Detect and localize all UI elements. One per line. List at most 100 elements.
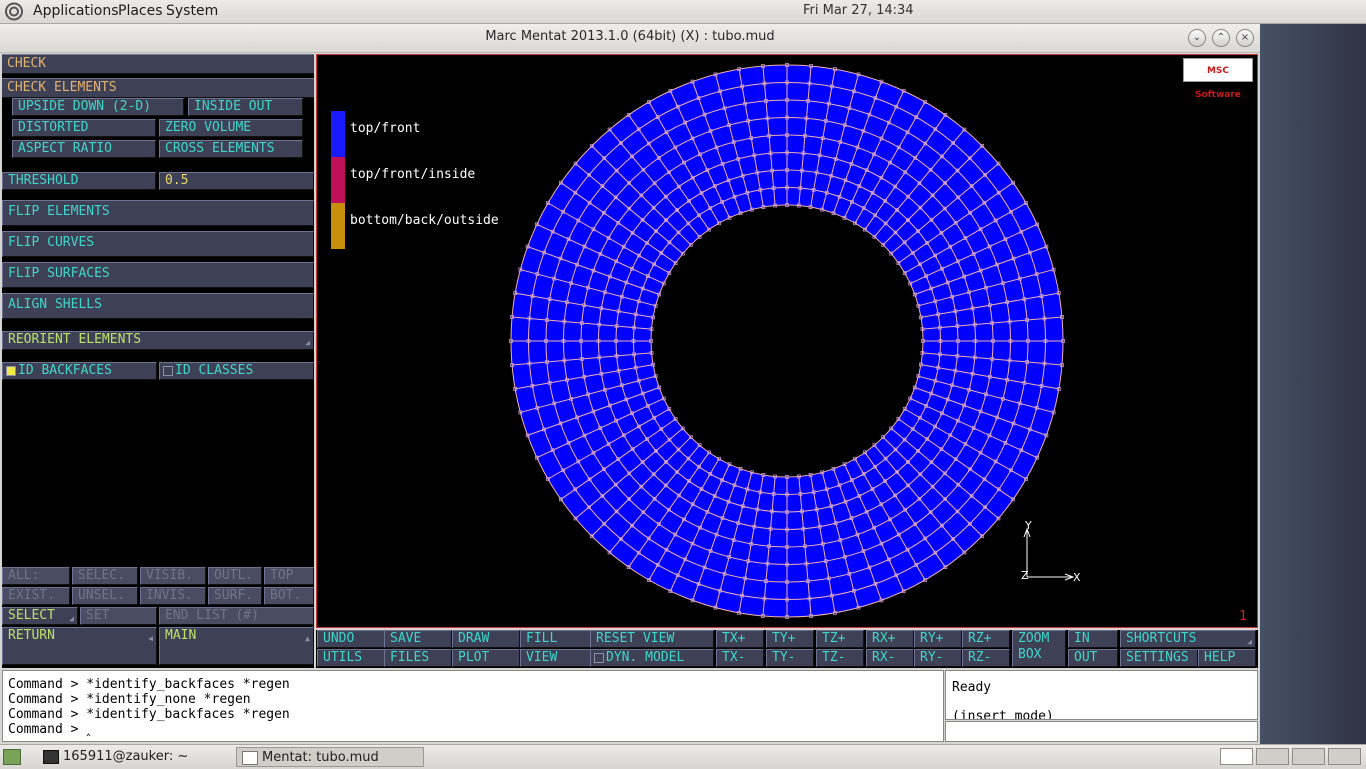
draw-button[interactable]: DRAW	[452, 630, 520, 648]
window-icon	[242, 751, 258, 765]
box-label: BOX	[1018, 647, 1042, 662]
submenu-arrow-icon: ◢	[1247, 637, 1252, 646]
zoom-box-button[interactable]: ZOOM BOX	[1012, 630, 1066, 667]
cross-elements-button[interactable]: CROSS ELEMENTS	[159, 140, 303, 158]
save-button[interactable]: SAVE	[384, 630, 452, 648]
zero-volume-button[interactable]: ZERO VOLUME	[159, 119, 303, 137]
menu-applications[interactable]: Applications	[33, 3, 119, 19]
threshold-field[interactable]: 0.5	[159, 172, 314, 190]
menu-system[interactable]: System	[166, 3, 218, 19]
show-desktop-icon[interactable]	[3, 749, 21, 765]
clock[interactable]: Fri Mar 27, 14:34	[803, 3, 914, 18]
window-titlebar[interactable]: Marc Mentat 2013.1.0 (64bit) (X) : tubo.…	[0, 24, 1260, 53]
panel-header: CHECK	[7, 56, 47, 71]
select-button[interactable]: SELECT ◢	[2, 607, 78, 625]
zoom-out-button[interactable]: OUT	[1068, 649, 1118, 667]
check-elements-bar: CHECK ELEMENTS	[2, 78, 314, 98]
id-classes-label: ID CLASSES	[175, 363, 254, 378]
threshold-label: THRESHOLD	[2, 172, 156, 190]
id-backfaces-toggle[interactable]: ID BACKFACES	[2, 362, 157, 380]
return-button[interactable]: RETURN ◀	[2, 627, 157, 665]
command-prompt[interactable]: Command > ‸	[8, 722, 91, 737]
flip-elements-button[interactable]: FLIP ELEMENTS	[2, 200, 314, 226]
main-button[interactable]: MAIN ▲	[159, 627, 314, 665]
task-mentat[interactable]: Mentat: tubo.mud	[236, 747, 424, 767]
bottom-button[interactable]: BOT.	[264, 587, 314, 605]
graphics-viewport[interactable]: top/front top/front/inside bottom/back/o…	[316, 54, 1258, 628]
reorient-elements-label: REORIENT ELEMENTS	[8, 332, 142, 347]
viewport-number: 1	[1239, 609, 1247, 624]
desktop-background	[1260, 24, 1366, 744]
check-elements-header: CHECK ELEMENTS	[7, 80, 117, 95]
rz-minus-button[interactable]: RZ-	[962, 649, 1010, 667]
invisible-button[interactable]: INVIS.	[140, 587, 206, 605]
upside-down-button[interactable]: UPSIDE DOWN (2-D)	[12, 98, 184, 116]
tx-plus-button[interactable]: TX+	[716, 630, 764, 648]
workspace-4[interactable]	[1328, 748, 1361, 765]
set-button[interactable]: SET	[80, 607, 157, 625]
rx-minus-button[interactable]: RX-	[866, 649, 914, 667]
files-button[interactable]: FILES	[384, 649, 452, 667]
end-list-button[interactable]: END LIST (#)	[159, 607, 314, 625]
task-terminal[interactable]: 165911@zauker: ~	[38, 747, 226, 767]
workspace-2[interactable]	[1256, 748, 1289, 765]
settings-button[interactable]: SETTINGS	[1120, 649, 1198, 667]
zoom-in-button[interactable]: IN	[1068, 630, 1118, 648]
task-terminal-label: 165911@zauker: ~	[63, 749, 189, 764]
tz-minus-button[interactable]: TZ-	[816, 649, 864, 667]
id-classes-toggle[interactable]: ID CLASSES	[159, 362, 314, 380]
command-history[interactable]: Command > *identify_backfaces *regen Com…	[2, 670, 944, 742]
workspace-1[interactable]	[1220, 748, 1253, 765]
shortcuts-button[interactable]: SHORTCUTS ◢	[1120, 630, 1256, 648]
os-logo-icon[interactable]	[3, 2, 25, 21]
utils-button[interactable]: UTILS	[317, 649, 385, 667]
mesh-ring	[650, 204, 924, 478]
view-toolbar: UNDO SAVE DRAW FILL RESET VIEW TX+ TY+ T…	[316, 630, 1258, 668]
align-shells-button[interactable]: ALIGN SHELLS	[2, 293, 314, 319]
legend-label-bottom-back-outside: bottom/back/outside	[350, 213, 499, 228]
help-button[interactable]: HELP	[1198, 649, 1256, 667]
flip-surfaces-button[interactable]: FLIP SURFACES	[2, 262, 314, 288]
rz-plus-button[interactable]: RZ+	[962, 630, 1010, 648]
unselected-button[interactable]: UNSEL.	[72, 587, 138, 605]
axis-triad-icon: Y X Z	[1021, 519, 1081, 583]
tz-plus-button[interactable]: TZ+	[816, 630, 864, 648]
tx-minus-button[interactable]: TX-	[716, 649, 764, 667]
fill-button[interactable]: FILL	[520, 630, 592, 648]
visible-button[interactable]: VISIB.	[140, 567, 206, 585]
msc-software-logo: MSC Software	[1183, 58, 1253, 100]
ty-minus-button[interactable]: TY-	[766, 649, 814, 667]
inside-out-button[interactable]: INSIDE OUT	[188, 98, 303, 116]
maximize-button[interactable]: ⌃	[1212, 29, 1230, 47]
view-button[interactable]: VIEW	[520, 649, 592, 667]
ry-minus-button[interactable]: RY-	[914, 649, 962, 667]
outline-button[interactable]: OUTL.	[208, 567, 262, 585]
dyn-model-toggle[interactable]: DYN. MODEL	[590, 649, 714, 667]
ry-plus-button[interactable]: RY+	[914, 630, 962, 648]
undo-button[interactable]: UNDO	[317, 630, 385, 648]
menu-places[interactable]: Places	[118, 3, 163, 19]
existing-button[interactable]: EXIST.	[2, 587, 70, 605]
close-button[interactable]: ×	[1236, 29, 1254, 47]
rx-plus-button[interactable]: RX+	[866, 630, 914, 648]
submenu-arrow-icon: ◢	[305, 338, 310, 347]
legend-swatch-top-front-inside	[331, 157, 345, 203]
status-input[interactable]	[945, 721, 1258, 742]
top-button[interactable]: TOP	[264, 567, 314, 585]
plot-button[interactable]: PLOT	[452, 649, 520, 667]
workspace-3[interactable]	[1292, 748, 1325, 765]
legend-label-top-front: top/front	[350, 121, 421, 136]
reset-view-button[interactable]: RESET VIEW	[590, 630, 714, 648]
command-line: Command > *identify_backfaces *regen	[8, 677, 290, 692]
flip-curves-button[interactable]: FLIP CURVES	[2, 231, 314, 257]
surface-button[interactable]: SURF.	[208, 587, 262, 605]
selected-button[interactable]: SELEC.	[72, 567, 138, 585]
distorted-button[interactable]: DISTORTED	[12, 119, 156, 137]
aspect-ratio-button[interactable]: ASPECT RATIO	[12, 140, 156, 158]
id-backfaces-label: ID BACKFACES	[18, 363, 112, 378]
ty-plus-button[interactable]: TY+	[766, 630, 814, 648]
status-panel: Ready (insert mode)	[945, 670, 1258, 720]
reorient-elements-button[interactable]: REORIENT ELEMENTS ◢	[2, 331, 314, 350]
minimize-button[interactable]: ⌄	[1188, 29, 1206, 47]
panel-header-bar: CHECK	[2, 54, 314, 74]
